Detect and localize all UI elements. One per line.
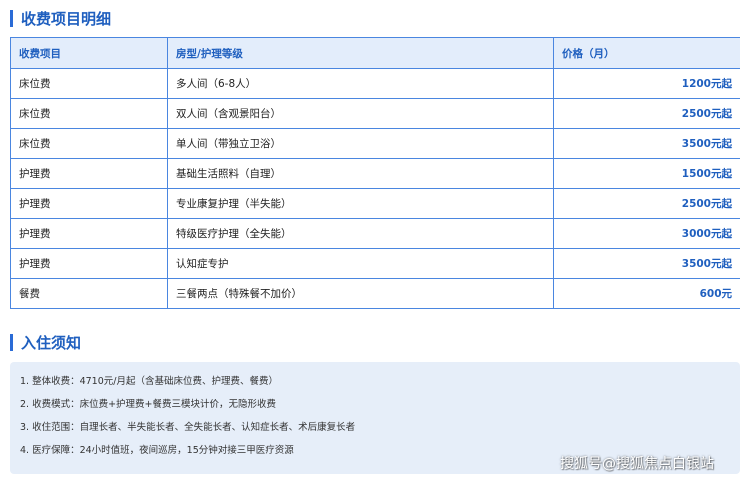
table-row: 床位费 双人间（含观景阳台） 2500元起: [10, 98, 740, 129]
table-row: 餐费 三餐两点（特殊餐不加价） 600元: [10, 278, 740, 309]
cell-item: 护理费: [10, 158, 168, 189]
cell-level: 专业康复护理（半失能）: [167, 188, 554, 219]
table-row: 床位费 单人间（带独立卫浴） 3500元起: [10, 128, 740, 159]
watermark: 搜狐号@搜狐焦点白银站: [560, 456, 714, 472]
cell-item: 护理费: [10, 248, 168, 279]
notice-title-text: 入住须知: [21, 334, 82, 352]
table-row: 护理费 专业康复护理（半失能） 2500元起: [10, 188, 740, 219]
cell-level: 多人间（6-8人）: [167, 68, 554, 99]
header-price: 价格（月）: [553, 37, 740, 69]
table-row: 护理费 基础生活照料（自理） 1500元起: [10, 158, 740, 189]
title-accent-bar: [10, 334, 13, 351]
cell-price: 2500元起: [553, 188, 740, 219]
notice-line: 3. 收住范围：自理长者、半失能长者、全失能长者、认知症长者、术后康复长者: [20, 422, 356, 433]
cell-level: 三餐两点（特殊餐不加价）: [167, 278, 554, 309]
cell-level: 认知症专护: [167, 248, 554, 279]
cell-level: 基础生活照料（自理）: [167, 158, 554, 189]
header-level: 房型/护理等级: [167, 37, 554, 69]
cell-price: 3500元起: [553, 248, 740, 279]
cell-level: 双人间（含观景阳台）: [167, 98, 554, 129]
fees-section-title: 收费项目明细: [10, 8, 111, 29]
table-row: 床位费 多人间（6-8人） 1200元起: [10, 68, 740, 99]
cell-price: 3500元起: [553, 128, 740, 159]
table-row: 护理费 认知症专护 3500元起: [10, 248, 740, 279]
cell-item: 餐费: [10, 278, 168, 309]
cell-price: 1500元起: [553, 158, 740, 189]
fees-title-text: 收费项目明细: [21, 10, 112, 28]
table-header-row: 收费项目 房型/护理等级 价格（月）: [10, 37, 740, 69]
table-row: 护理费 特级医疗护理（全失能） 3000元起: [10, 218, 740, 249]
cell-item: 床位费: [10, 68, 168, 99]
cell-item: 护理费: [10, 218, 168, 249]
cell-price: 2500元起: [553, 98, 740, 129]
notice-line: 1. 整体收费：4710元/月起（含基础床位费、护理费、餐费）: [20, 376, 278, 387]
cell-price: 1200元起: [553, 68, 740, 99]
cell-item: 床位费: [10, 128, 168, 159]
notice-section-title: 入住须知: [10, 332, 81, 353]
cell-level: 单人间（带独立卫浴）: [167, 128, 554, 159]
cell-price: 3000元起: [553, 218, 740, 249]
cell-item: 护理费: [10, 188, 168, 219]
notice-line: 2. 收费模式：床位费+护理费+餐费三模块计价，无隐形收费: [20, 399, 277, 410]
cell-price: 600元: [553, 278, 740, 309]
header-item: 收费项目: [10, 37, 168, 69]
title-accent-bar: [10, 10, 13, 27]
cell-level: 特级医疗护理（全失能）: [167, 218, 554, 249]
cell-item: 床位费: [10, 98, 168, 129]
fee-table: 收费项目 房型/护理等级 价格（月） 床位费 多人间（6-8人） 1200元起 …: [10, 37, 740, 309]
